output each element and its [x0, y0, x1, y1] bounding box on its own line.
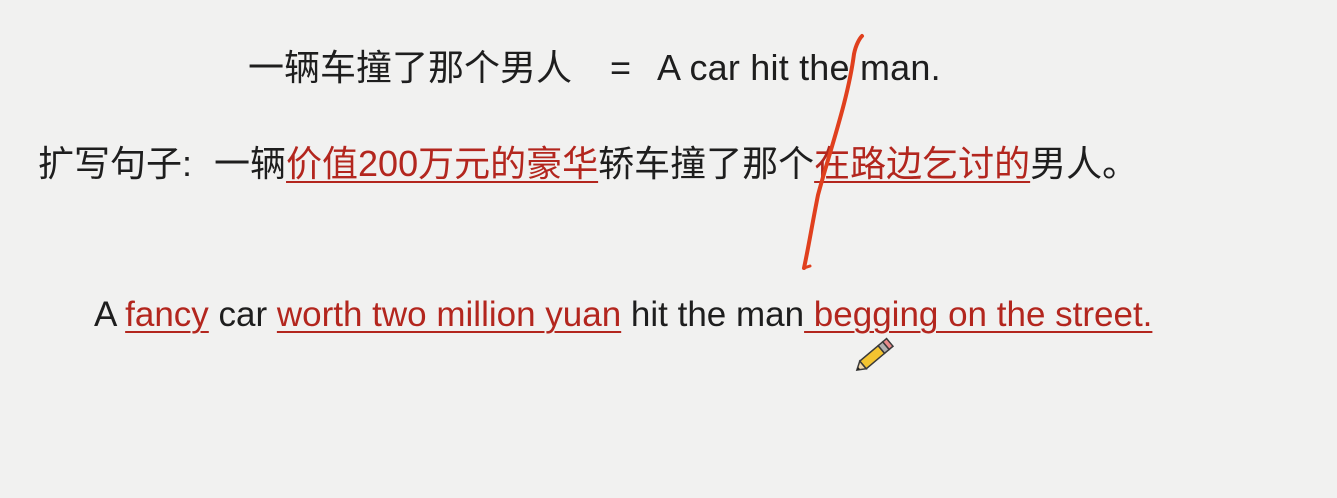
en-modifier-fancy: fancy [125, 295, 209, 334]
en-word-a: A [94, 295, 126, 334]
expand-label: 扩写句子: [38, 143, 193, 184]
pencil-icon [855, 337, 895, 371]
expanded-english-sentence: A fancy car worth two million yuan hit t… [94, 297, 1152, 332]
equals-sign: = [610, 47, 632, 88]
expanded-chinese-sentence: 扩写句子: 一辆价值200万元的豪华轿车撞了那个在路边乞讨的男人。 [38, 146, 1138, 182]
cn-modifier-price: 价值200万元的豪华 [286, 143, 599, 184]
en-words-hit-the-man: hit the man [621, 295, 805, 334]
original-sentence: 一辆车撞了那个男人 = A car hit the man. [248, 50, 941, 86]
cn-segment-5: 男人。 [1030, 143, 1139, 184]
cn-segment-1: 一辆 [214, 143, 287, 184]
cn-modifier-begging: 在路边乞讨的 [814, 143, 1031, 184]
chinese-original: 一辆车撞了那个男人 [248, 47, 573, 88]
cn-segment-3: 轿车撞了那个 [598, 143, 815, 184]
en-modifier-worth: worth two million yuan [276, 295, 622, 334]
english-original: A car hit the man. [657, 47, 941, 88]
en-modifier-begging: begging on the street. [804, 295, 1153, 334]
en-word-car: car [208, 295, 277, 334]
